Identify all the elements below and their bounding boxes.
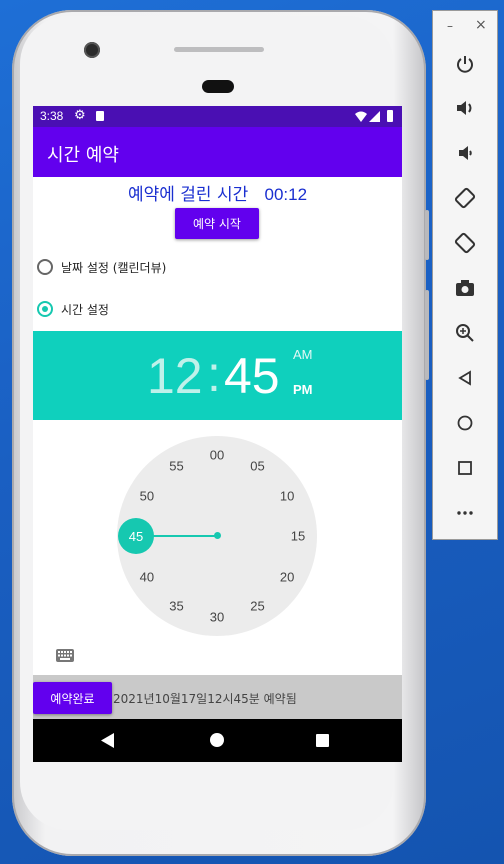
clock-minute-40[interactable]: 40 bbox=[135, 569, 159, 584]
back-nav-icon[interactable] bbox=[101, 733, 115, 748]
screenshot-button[interactable] bbox=[449, 272, 481, 304]
more-dots-icon bbox=[457, 511, 473, 515]
radio-time-setting[interactable]: 시간 설정 bbox=[37, 298, 237, 320]
top-speaker-grille bbox=[174, 47, 264, 52]
clock-minute-25[interactable]: 25 bbox=[246, 599, 270, 614]
minimize-button[interactable]: – bbox=[447, 19, 453, 33]
earpiece bbox=[202, 80, 234, 93]
zoom-button[interactable] bbox=[449, 317, 481, 349]
sd-card-icon bbox=[96, 111, 104, 121]
home-circle-icon bbox=[457, 415, 473, 431]
clock-minute-35[interactable]: 35 bbox=[165, 599, 189, 614]
time-picker-header: 12 : 45 AM PM bbox=[33, 331, 402, 420]
keyboard-toggle-icon[interactable] bbox=[56, 649, 74, 662]
status-time: 3:38 bbox=[40, 109, 64, 123]
back-button[interactable] bbox=[449, 362, 481, 394]
camera-icon bbox=[456, 280, 474, 296]
back-triangle-icon bbox=[458, 370, 471, 386]
reservation-label-text: 예약에 걸린 시간 bbox=[127, 185, 249, 205]
clock-minute-00[interactable]: 00 bbox=[205, 448, 229, 463]
reservation-done-button[interactable]: 예약완료 bbox=[33, 682, 112, 714]
power-icon bbox=[457, 56, 473, 73]
home-nav-icon[interactable] bbox=[210, 733, 224, 747]
selected-minute-marker[interactable]: 45 bbox=[118, 518, 154, 554]
settings-icon: ⚙ bbox=[74, 108, 86, 123]
rotate-left-icon bbox=[454, 187, 476, 209]
reservation-elapsed-label: 예약에 걸린 시간 00:12 bbox=[33, 180, 402, 205]
zoom-in-icon bbox=[456, 324, 474, 342]
rotate-right-icon bbox=[454, 232, 476, 254]
close-button[interactable]: × bbox=[475, 17, 487, 33]
start-reservation-button[interactable]: 예약 시작 bbox=[175, 208, 259, 239]
clock-minute-10[interactable]: 10 bbox=[275, 488, 299, 503]
volume-down-button[interactable] bbox=[449, 137, 481, 169]
reservation-status-text: 2021년10월17일12시45분 예약됨 bbox=[113, 692, 297, 706]
time-separator: : bbox=[207, 346, 221, 402]
radio-time-label: 시간 설정 bbox=[61, 303, 109, 317]
radio-time-indicator[interactable] bbox=[37, 301, 53, 317]
clock-minute-30[interactable]: 30 bbox=[205, 610, 229, 625]
app-bar: 시간 예약 bbox=[33, 127, 402, 177]
overview-button[interactable] bbox=[449, 452, 481, 484]
am-toggle[interactable]: AM bbox=[293, 347, 313, 362]
volume-down-icon bbox=[459, 146, 472, 160]
clock-minute-20[interactable]: 20 bbox=[275, 569, 299, 584]
battery-icon bbox=[387, 110, 393, 122]
front-camera bbox=[84, 42, 100, 58]
signal-icon bbox=[369, 111, 380, 122]
volume-up-button[interactable] bbox=[449, 92, 481, 124]
hour-display[interactable]: 12 bbox=[147, 347, 203, 405]
wifi-icon bbox=[355, 111, 367, 122]
clock-minute-15[interactable]: 15 bbox=[286, 529, 310, 544]
power-button[interactable] bbox=[449, 48, 481, 80]
minute-display[interactable]: 45 bbox=[224, 347, 280, 405]
pm-toggle[interactable]: PM bbox=[293, 382, 313, 397]
home-button[interactable] bbox=[449, 407, 481, 439]
app-title: 시간 예약 bbox=[47, 145, 119, 166]
side-button-volume bbox=[425, 290, 429, 380]
radio-date-indicator[interactable] bbox=[37, 259, 53, 275]
phone-screen: 3:38 ⚙ 시간 예약 예약에 걸린 시간 00:12 예약 시작 날짜 설정… bbox=[33, 106, 402, 762]
clock-minute-05[interactable]: 05 bbox=[246, 458, 270, 473]
navigation-bar bbox=[33, 719, 402, 762]
rotate-right-button[interactable] bbox=[449, 227, 481, 259]
status-bar: 3:38 ⚙ bbox=[33, 106, 402, 127]
clock-minute-50[interactable]: 50 bbox=[135, 488, 159, 503]
emulator-toolbar: – × bbox=[432, 10, 498, 540]
side-button-power bbox=[425, 210, 429, 260]
recents-nav-icon[interactable] bbox=[316, 734, 329, 747]
overview-square-icon bbox=[458, 461, 472, 475]
more-button[interactable] bbox=[449, 497, 481, 529]
clock-minute-55[interactable]: 55 bbox=[165, 458, 189, 473]
radio-date-setting[interactable]: 날짜 설정 (캘린더뷰) bbox=[37, 256, 237, 278]
clock-center-dot bbox=[214, 532, 221, 539]
radio-date-label: 날짜 설정 (캘린더뷰) bbox=[61, 261, 167, 275]
rotate-left-button[interactable] bbox=[449, 182, 481, 214]
reservation-elapsed-time: 00:12 bbox=[264, 185, 308, 204]
volume-up-icon bbox=[457, 101, 472, 115]
